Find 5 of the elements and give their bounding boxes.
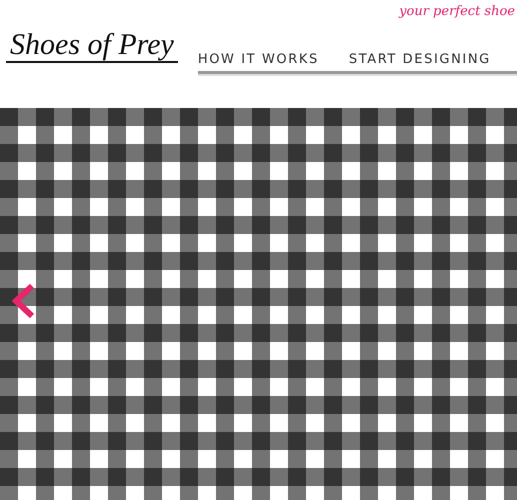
tagline: your perfect shoe — [399, 4, 515, 21]
logo[interactable]: Shoes of Prey — [6, 28, 178, 63]
nav-link[interactable]: START DESIGNING — [348, 52, 491, 67]
chevron-left-icon[interactable] — [12, 284, 34, 318]
nav-link[interactable]: HOW IT WORKS — [198, 52, 319, 67]
